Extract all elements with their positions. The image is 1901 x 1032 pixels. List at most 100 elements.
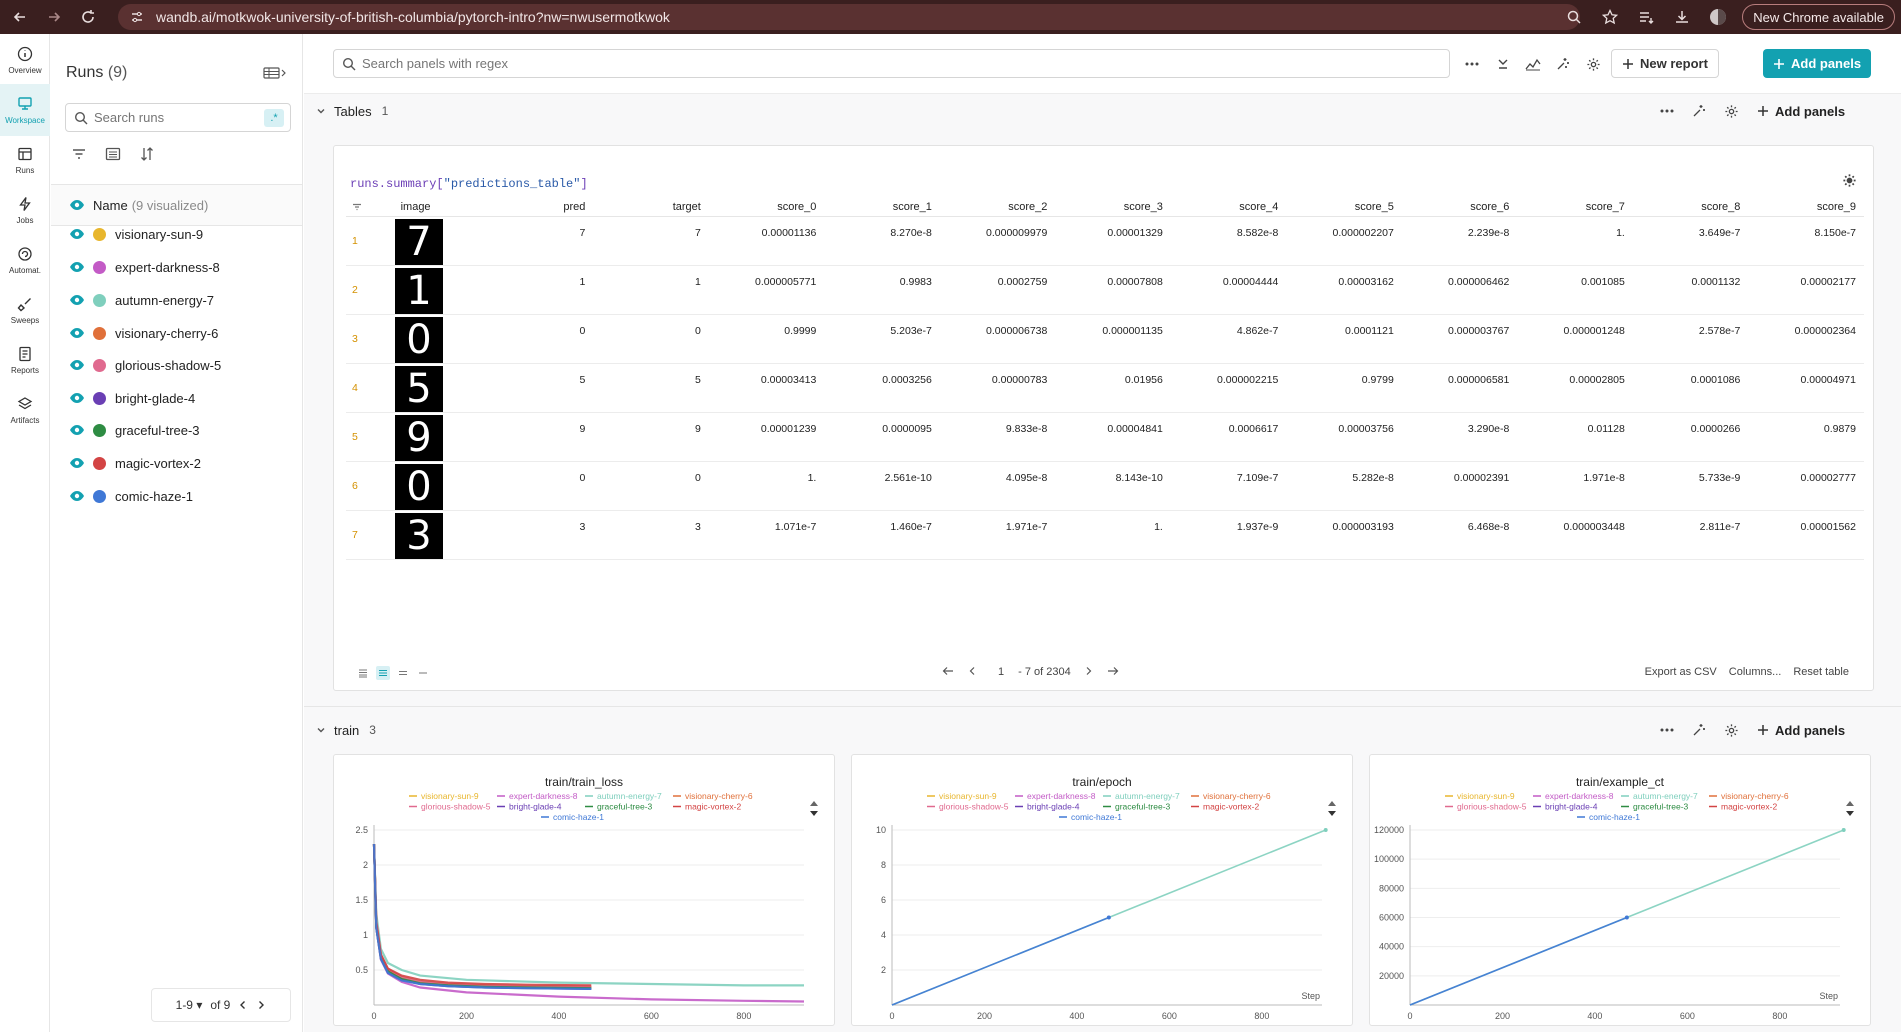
column-header[interactable]: target	[593, 199, 709, 217]
download-icon[interactable]	[1664, 0, 1700, 34]
section-add-panels-button[interactable]: Add panels	[1757, 723, 1845, 738]
image-cell[interactable]: 3	[388, 510, 451, 560]
digit-image[interactable]: 3	[394, 512, 443, 559]
page-size-select[interactable]: 1-9 ▾	[176, 998, 203, 1012]
run-name[interactable]: autumn-energy-7	[115, 293, 214, 308]
bookmark-star-icon[interactable]	[1592, 0, 1628, 34]
run-name[interactable]: bright-glade-4	[115, 391, 195, 406]
run-row[interactable]: glorious-shadow-5	[69, 350, 221, 380]
eye-icon[interactable]	[69, 490, 85, 502]
chart-panel-example-ct[interactable]: train/example_ct visionary-sun-9 expert-d…	[1369, 754, 1871, 1026]
row-height-compact-button[interactable]	[416, 666, 430, 680]
run-name[interactable]: glorious-shadow-5	[115, 358, 221, 373]
row-height-medium-button[interactable]	[376, 666, 390, 680]
run-row[interactable]: visionary-sun-9	[69, 219, 203, 249]
expand-runs-table-button[interactable]	[263, 66, 287, 80]
eye-icon[interactable]	[69, 327, 85, 339]
digit-image[interactable]: 9	[394, 414, 443, 461]
chart-panel-train-loss[interactable]: train/train_loss visionary-sun-9 expert-d…	[333, 754, 835, 1026]
image-cell[interactable]: 1	[388, 265, 451, 315]
randomize-colors-button[interactable]	[1550, 51, 1576, 77]
table-row[interactable]: 1 7 7 7 0.00001136 8.270e-8 0.000009979 0.00001…	[346, 216, 1864, 266]
eye-icon[interactable]	[69, 294, 85, 306]
more-options-button[interactable]	[1459, 51, 1485, 77]
column-header[interactable]: score_8	[1632, 199, 1749, 217]
chart-panel-epoch[interactable]: train/epoch visionary-sun-9 expert-darkne…	[851, 754, 1353, 1026]
reading-list-icon[interactable]	[1628, 0, 1664, 34]
run-color-dot[interactable]	[93, 326, 106, 340]
digit-image[interactable]: 7	[394, 218, 443, 265]
group-button[interactable]	[105, 146, 121, 162]
section-more-button[interactable]	[1660, 728, 1674, 732]
table-row[interactable]: 7 3 3 3 1.071e-7 1.460e-7 1.971e-7 1. 1.937e-9 0.…	[346, 510, 1864, 560]
run-color-dot[interactable]	[93, 489, 106, 503]
site-settings-icon[interactable]	[130, 10, 144, 24]
rail-item-reports[interactable]: Reports	[0, 334, 50, 386]
panel-search-input[interactable]	[362, 56, 962, 71]
last-page-button[interactable]	[1107, 666, 1119, 678]
profile-avatar-icon[interactable]	[1700, 0, 1736, 34]
run-color-dot[interactable]	[93, 260, 106, 274]
digit-image[interactable]: 0	[394, 463, 443, 510]
regex-toggle-button[interactable]: .*	[264, 109, 284, 127]
run-name[interactable]: graceful-tree-3	[115, 423, 200, 438]
chevron-down-icon[interactable]	[316, 106, 326, 116]
rail-item-workspace[interactable]: Workspace	[0, 84, 50, 136]
tables-section-header[interactable]: Tables 1 Add panels	[304, 94, 1901, 128]
table-query-expression[interactable]: runs.summary["predictions_table"]	[350, 177, 588, 191]
new-chrome-available-button[interactable]: New Chrome available	[1742, 4, 1895, 30]
filter-button[interactable]	[71, 146, 87, 162]
run-row[interactable]: bright-glade-4	[69, 383, 195, 413]
eye-icon[interactable]	[69, 424, 85, 436]
section-settings-button[interactable]	[1724, 104, 1739, 119]
eye-icon[interactable]	[69, 228, 85, 240]
page-number-input[interactable]: 1	[998, 666, 1004, 678]
run-color-dot[interactable]	[93, 293, 106, 307]
rail-item-automations[interactable]: Automat.	[0, 234, 50, 286]
eye-icon[interactable]	[69, 359, 85, 371]
run-color-dot[interactable]	[93, 456, 106, 470]
run-row[interactable]: visionary-cherry-6	[69, 318, 218, 348]
next-page-button[interactable]	[256, 1000, 266, 1010]
run-name[interactable]: comic-haze-1	[115, 489, 193, 504]
column-header[interactable]: score_9	[1748, 199, 1864, 217]
table-settings-button[interactable]	[1842, 173, 1857, 188]
row-height-small-button[interactable]	[396, 666, 410, 680]
add-panels-button[interactable]: Add panels	[1763, 49, 1872, 78]
next-page-button[interactable]	[1085, 666, 1093, 678]
column-header[interactable]: pred	[450, 199, 594, 217]
rail-item-jobs[interactable]: Jobs	[0, 184, 50, 236]
digit-image[interactable]: 1	[394, 267, 443, 314]
run-name[interactable]: expert-darkness-8	[115, 260, 220, 275]
prev-page-button[interactable]	[238, 1000, 248, 1010]
row-height-large-button[interactable]	[356, 666, 370, 680]
column-header[interactable]: score_1	[824, 199, 940, 217]
run-name[interactable]: visionary-cherry-6	[115, 326, 218, 341]
new-report-button[interactable]: New report	[1611, 49, 1719, 78]
first-page-button[interactable]	[942, 666, 954, 678]
column-header[interactable]: score_2	[939, 199, 1056, 217]
run-row[interactable]: graceful-tree-3	[69, 415, 200, 445]
sort-button[interactable]	[139, 146, 155, 162]
column-header[interactable]: score_7	[1517, 199, 1633, 217]
eye-icon[interactable]	[69, 199, 85, 211]
forward-button[interactable]	[40, 3, 68, 31]
section-add-panels-button[interactable]: Add panels	[1757, 104, 1845, 119]
run-color-dot[interactable]	[93, 423, 106, 437]
section-sparkle-button[interactable]	[1692, 723, 1706, 737]
export-csv-button[interactable]: Export as CSV	[1645, 666, 1717, 678]
run-name[interactable]: magic-vortex-2	[115, 456, 201, 471]
eye-icon[interactable]	[69, 457, 85, 469]
table-row[interactable]: 2 1 1 1 0.000005771 0.9983 0.0002759 0.00007808…	[346, 265, 1864, 315]
eye-icon[interactable]	[69, 392, 85, 404]
reset-table-button[interactable]: Reset table	[1793, 666, 1849, 678]
table-row[interactable]: 3 0 0 0 0.9999 5.203e-7 0.000006738 0.000001135…	[346, 314, 1864, 364]
prev-page-button[interactable]	[968, 666, 976, 678]
columns-button[interactable]: Columns...	[1729, 666, 1782, 678]
section-more-button[interactable]	[1660, 109, 1674, 113]
run-row[interactable]: magic-vortex-2	[69, 448, 201, 478]
chevron-down-icon[interactable]	[316, 725, 326, 735]
rail-item-overview[interactable]: Overview	[0, 34, 50, 86]
digit-image[interactable]: 5	[394, 365, 443, 412]
run-color-dot[interactable]	[93, 227, 106, 241]
